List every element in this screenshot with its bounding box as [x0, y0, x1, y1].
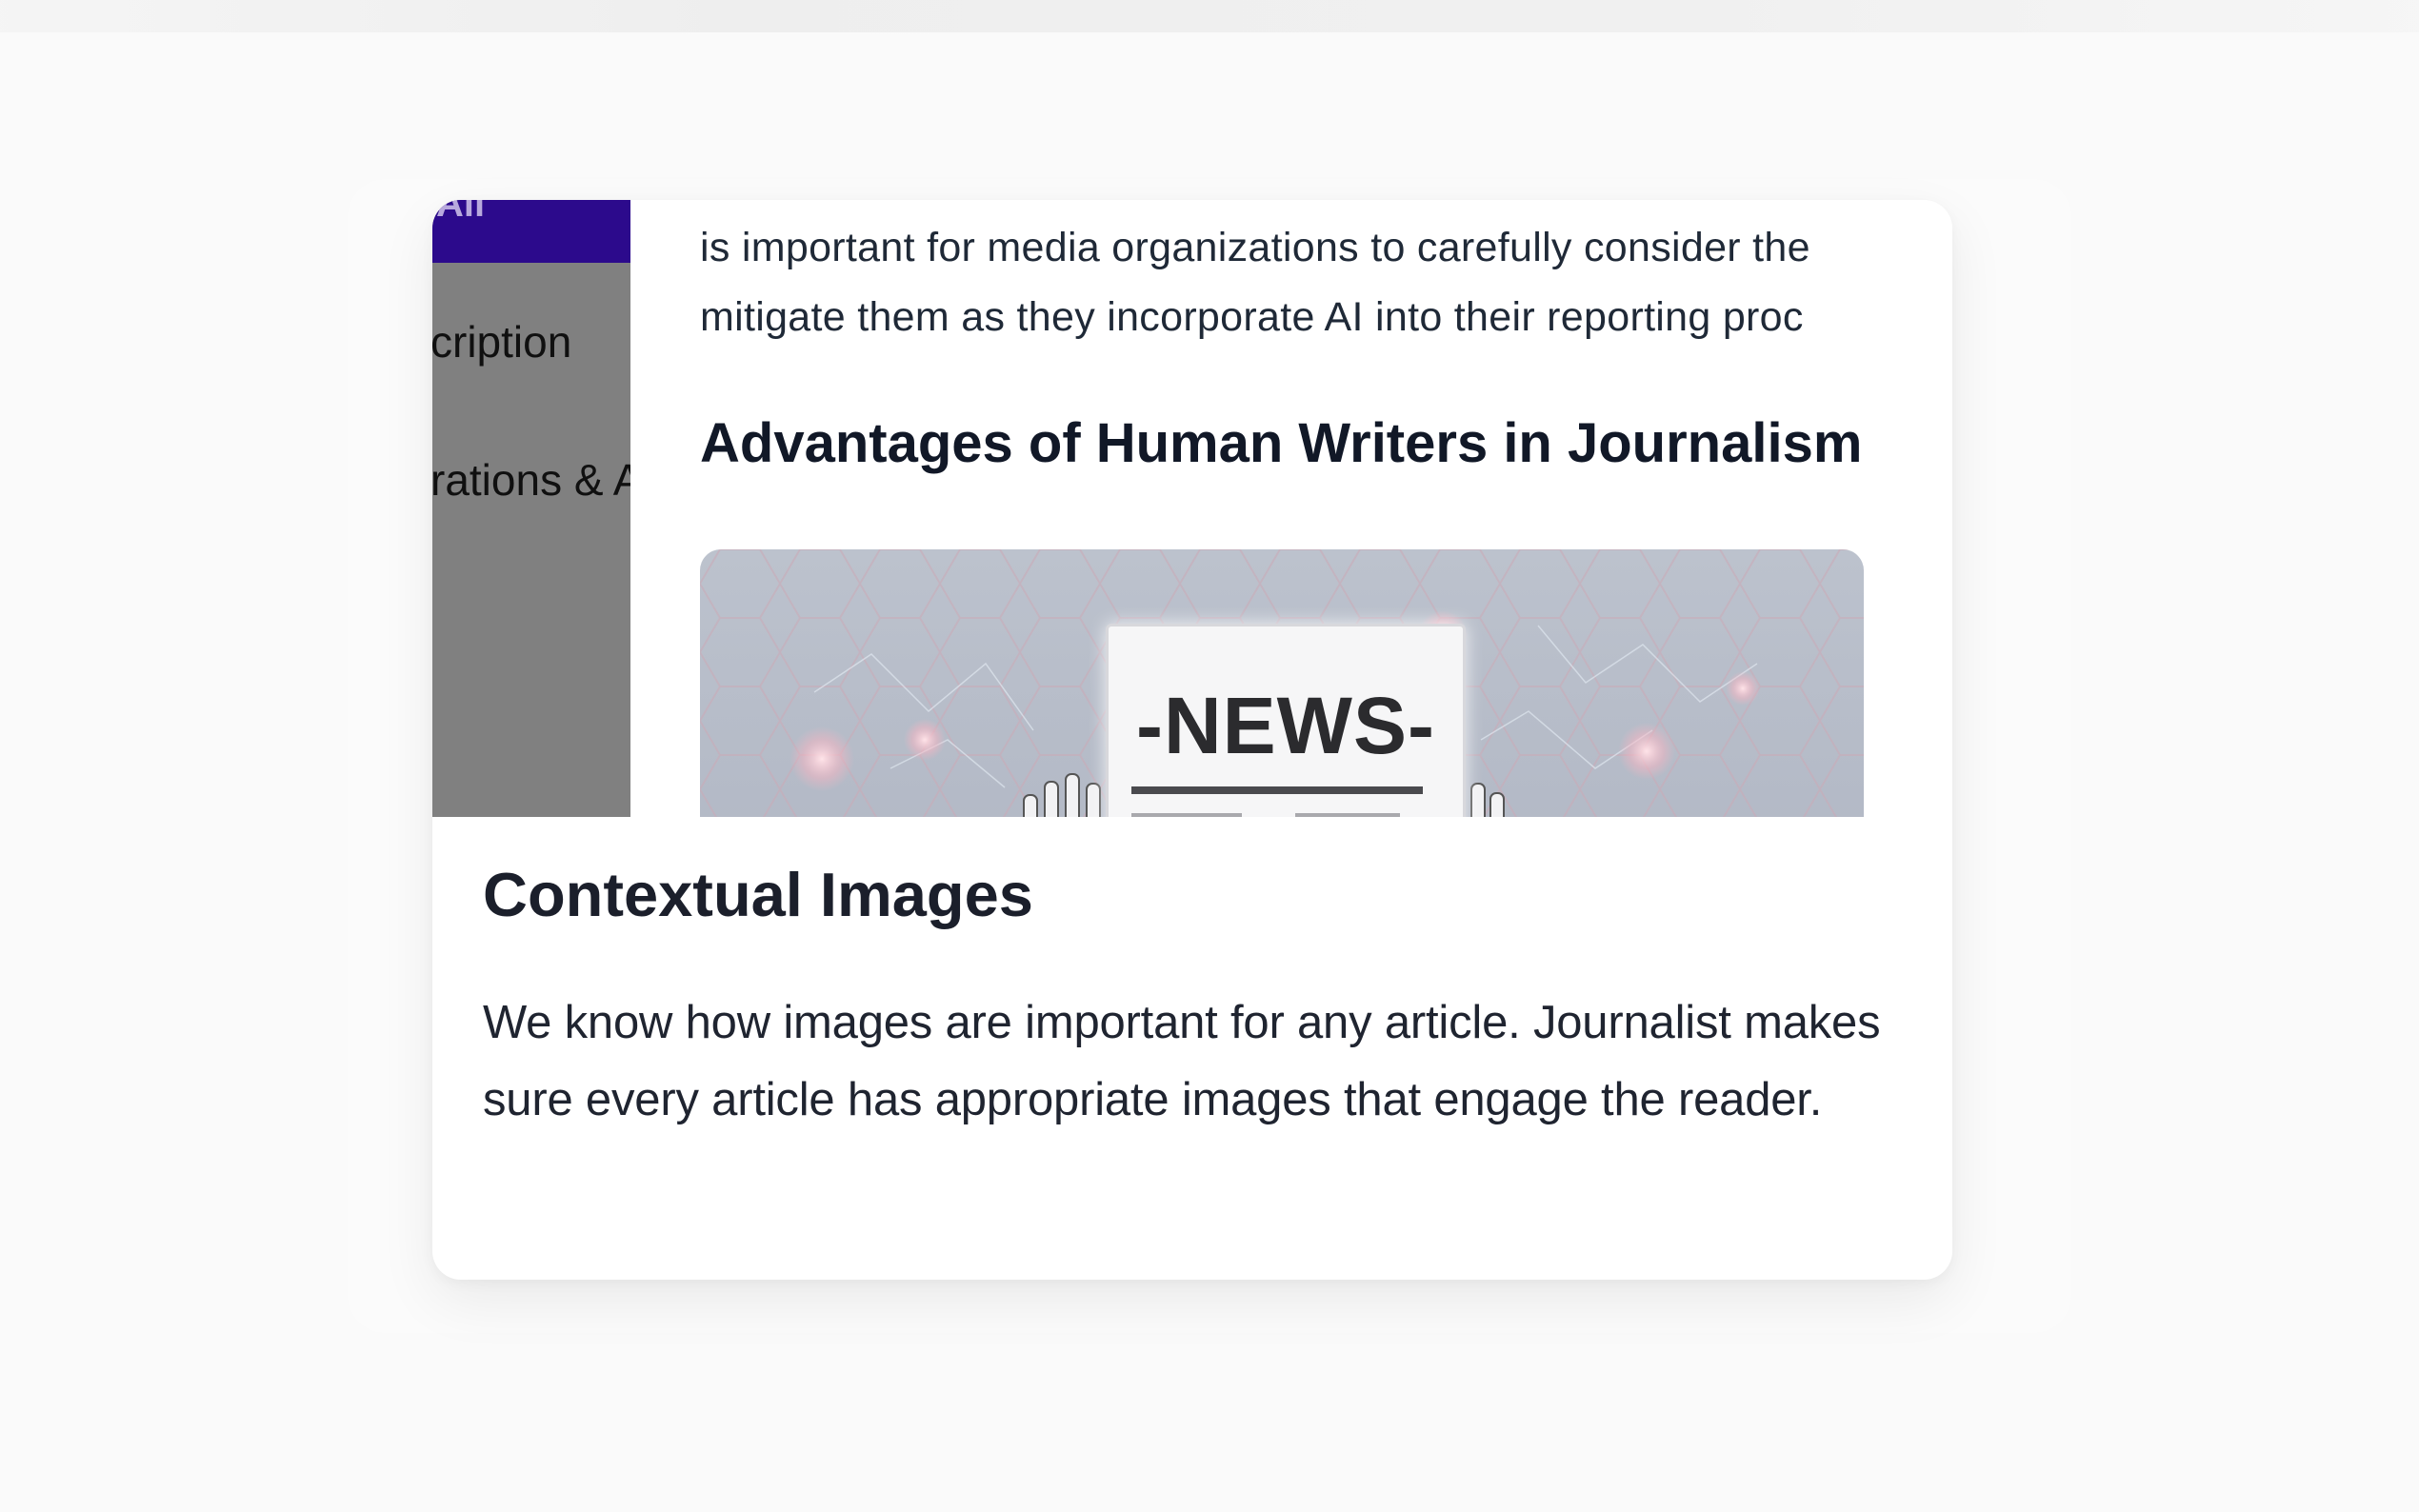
article-paragraph: is important for media organizations to … — [700, 213, 1952, 352]
news-column — [1295, 813, 1400, 817]
news-board: -NEWS- — [1106, 624, 1466, 817]
article-section-heading: Advantages of Human Writers in Journalis… — [700, 412, 1863, 474]
feature-description: We know how images are important for any… — [483, 997, 1881, 1125]
feature-title: Contextual Images — [483, 860, 1033, 929]
sidebar-item-active-label: All — [436, 200, 486, 225]
screenshot-preview: All cription rations & A is important fo… — [432, 200, 1952, 817]
sidebar-panel: All cription rations & A — [432, 200, 630, 817]
article-image: -NEWS- — [700, 549, 1864, 817]
sidebar-item-considerations[interactable]: rations & A — [432, 454, 630, 506]
feature-card: All cription rations & A is important fo… — [432, 200, 1952, 1280]
news-label: -NEWS- — [1136, 681, 1435, 770]
article-paragraph-line: is important for media organizations to … — [700, 225, 1810, 270]
sidebar-item-description[interactable]: cription — [432, 316, 571, 368]
news-column — [1131, 813, 1242, 817]
feature-caption: Contextual Images We know how images are… — [483, 864, 1911, 1139]
article-content: is important for media organizations to … — [700, 200, 1952, 817]
article-paragraph-line: mitigate them as they incorporate AI int… — [700, 294, 1804, 340]
top-edge-shadow — [0, 0, 2419, 32]
news-rule — [1131, 786, 1423, 794]
sidebar-item-active[interactable]: All — [432, 200, 630, 263]
